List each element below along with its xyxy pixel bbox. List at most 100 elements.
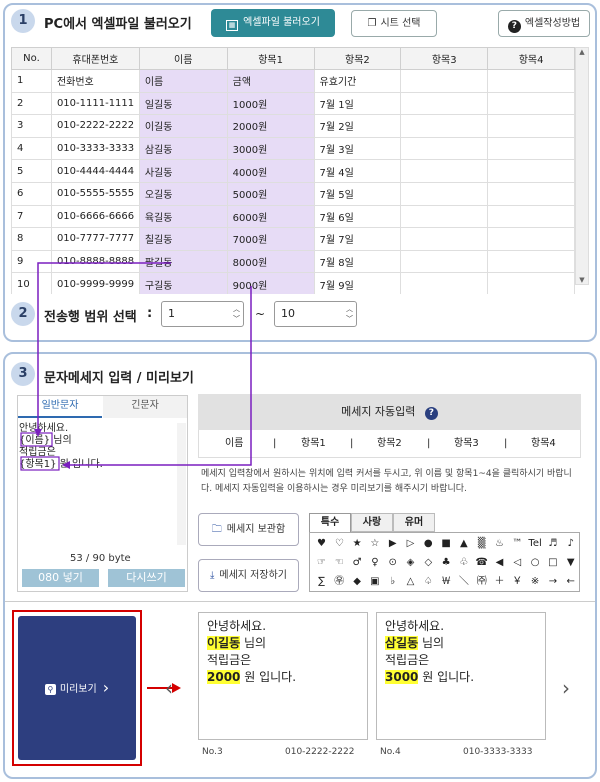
range-from-stepper[interactable]: 1 ︿ ﹀ (161, 301, 244, 327)
preview-button[interactable]: ⚲ 미리보기 › (18, 616, 136, 760)
textarea-scrollbar[interactable] (177, 423, 186, 545)
symbol-cell[interactable]: ￥ (509, 574, 526, 590)
symbol-cell[interactable]: ● (420, 536, 437, 552)
symbol-cell[interactable]: ㈜ (473, 574, 490, 590)
auto-field-item1[interactable]: 항목1 (301, 430, 326, 457)
symbol-cell[interactable]: ♧ (455, 555, 472, 571)
symbol-cell[interactable]: ∑ (313, 574, 330, 590)
scroll-up-icon[interactable]: ▲ (576, 48, 588, 56)
table-row[interactable]: 3 010-2222-2222 이길동 2000원 7월 2일 (11, 114, 575, 138)
symbol-cell[interactable]: ㉾ (331, 574, 348, 590)
excel-help-button[interactable]: ? 엑셀작성방법 (498, 10, 590, 37)
symbol-cell[interactable]: ← (562, 574, 579, 590)
save-message-button[interactable]: ⤓ 메세지 저장하기 (198, 559, 299, 592)
table-row[interactable]: 7 010-6666-6666 육길동 6000원 7월 6일 (11, 204, 575, 229)
message-box-button[interactable]: 🗀 메세지 보관함 (198, 513, 299, 546)
insert-080-button[interactable]: 080 넣기 (22, 569, 99, 587)
symbol-cell[interactable]: ☎ (473, 555, 490, 571)
auto-input-title: 메세지 자동입력 (341, 405, 416, 418)
symbol-cell[interactable]: ♂ (349, 555, 366, 571)
table-row[interactable]: 8 010-7777-7777 칠길동 7000원 7월 7일 (11, 227, 575, 251)
symbol-cell[interactable]: △ (402, 574, 419, 590)
symbol-cell[interactable]: ▲ (455, 536, 472, 552)
load-excel-button[interactable]: ▦ 엑셀파일 불러오기 (211, 9, 335, 37)
symbol-cell[interactable]: ♡ (331, 536, 348, 552)
table-cell: 7월 8일 (313, 249, 402, 274)
symbol-cell[interactable]: ▼ (562, 555, 579, 571)
symbol-cell[interactable]: ※ (527, 574, 544, 590)
symbol-cell[interactable]: ■ (438, 536, 455, 552)
tab-symbol-humor[interactable]: 유머 (393, 513, 435, 532)
table-cell (487, 114, 575, 138)
tab-long[interactable]: 긴문자 (103, 396, 187, 418)
table-cell: 7 (11, 204, 52, 229)
table-row[interactable]: 4 010-3333-3333 삼길동 3000원 7월 3일 (11, 136, 575, 161)
preview-line: 안녕하세요. (207, 619, 267, 633)
symbol-cell[interactable]: ◆ (349, 574, 366, 590)
table-cell: 사길동 (138, 159, 228, 183)
symbol-cell[interactable]: ▶ (384, 536, 401, 552)
symbol-cell[interactable]: ▷ (402, 536, 419, 552)
table-row[interactable]: 9 010-8888-8888 팔길동 8000원 7월 8일 (11, 249, 575, 274)
symbol-cell[interactable]: ◈ (402, 555, 419, 571)
preview-next-icon[interactable]: › (562, 676, 570, 700)
symbol-cell[interactable]: ▒ (473, 536, 490, 552)
message-line-4: {항목1} 원 입니다. (19, 459, 103, 470)
symbol-cell[interactable]: ★ (349, 536, 366, 552)
symbol-cell[interactable]: ☜ (331, 555, 348, 571)
auto-field-item3[interactable]: 항목3 (454, 430, 479, 457)
symbol-cell[interactable]: ♬ (544, 536, 561, 552)
table-row[interactable]: 1 전화번호 이름 금액 유효기간 (11, 69, 575, 93)
auto-field-item2[interactable]: 항목2 (377, 430, 402, 457)
stepper-arrows-icon[interactable]: ︿ ﹀ (233, 304, 240, 324)
symbol-cell[interactable]: ☆ (366, 536, 383, 552)
table-row[interactable]: 10 010-9999-9999 구길동 9000원 7월 9일 (11, 272, 575, 296)
table-cell: 7월 7일 (313, 227, 402, 251)
symbol-cell[interactable]: → (544, 574, 561, 590)
auto-field-name[interactable]: 이름 (225, 430, 243, 457)
auto-field-item4[interactable]: 항목4 (531, 430, 556, 457)
help-icon[interactable]: ? (424, 407, 438, 420)
table-row[interactable]: 2 010-1111-1111 일길동 1000원 7월 1일 (11, 91, 575, 116)
preview-prev-icon[interactable]: ‹ (165, 676, 173, 700)
symbol-cell[interactable]: ￦ (438, 574, 455, 590)
symbol-cell[interactable]: ™ (509, 536, 526, 552)
select-sheet-button[interactable]: ❐ 시트 선택 (351, 10, 437, 37)
step-number-1: 1 (11, 9, 35, 33)
symbol-cell[interactable]: ◇ (420, 555, 437, 571)
symbol-cell[interactable]: Tel (527, 536, 544, 552)
symbol-cell[interactable]: ◀ (491, 555, 508, 571)
table-row[interactable]: 6 010-5555-5555 오길동 5000원 7월 5일 (11, 181, 575, 206)
scroll-down-icon[interactable]: ▼ (576, 276, 588, 284)
symbol-cell[interactable]: ＋ (491, 574, 508, 590)
table-scrollbar[interactable]: ▲ ▼ (575, 47, 589, 285)
tab-symbol-special[interactable]: 특수 (309, 513, 351, 532)
symbol-cell[interactable]: ＼ (455, 574, 472, 590)
rewrite-button[interactable]: 다시쓰기 (108, 569, 185, 587)
symbol-cell[interactable]: ♤ (420, 574, 437, 590)
symbol-cell[interactable]: ♥ (313, 536, 330, 552)
range-to-stepper[interactable]: 10 ︿ ﹀ (274, 301, 357, 327)
preview-phone: 010-3333-3333 (463, 747, 533, 757)
symbol-cell[interactable]: ♣ (438, 555, 455, 571)
preview-line: 적립금은 (385, 653, 430, 667)
message-textarea[interactable]: 안녕하세요. {이름} 님의 적립금은 {항목1} 원 입니다. (19, 423, 177, 543)
symbol-grid: ♥ ♡ ★ ☆ ▶ ▷ ● ■ ▲ ▒ ♨ ™ Tel ♬ ♪ ☞ ☜ ♂ ♀ ⊙ ◈ ◇ ♣ ♧ ☎ ◀ ◁ ○ □ ▼ ∑ ㉾ ◆ ▣ ♭ △ ♤ ￦… (309, 532, 580, 592)
table-row[interactable]: 5 010-4444-4444 사길동 4000원 7월 4일 (11, 159, 575, 183)
excel-data-table: No. 휴대폰번호 이름 항목1 항목2 항목3 항목4 1 전화번호 이름 금액 유효… (11, 47, 575, 296)
table-cell: 일길동 (138, 91, 228, 116)
symbol-cell[interactable]: ♀ (366, 555, 383, 571)
symbol-cell[interactable]: □ (544, 555, 561, 571)
tab-symbol-love[interactable]: 사랑 (351, 513, 393, 532)
symbol-cell[interactable]: ♪ (562, 536, 579, 552)
symbol-cell[interactable]: ⊙ (384, 555, 401, 571)
symbol-cell[interactable]: ○ (527, 555, 544, 571)
symbol-cell[interactable]: ♭ (384, 574, 401, 590)
symbol-cell[interactable]: ☞ (313, 555, 330, 571)
tab-general[interactable]: 일반문자 (18, 396, 102, 418)
symbol-cell[interactable]: ▣ (366, 574, 383, 590)
table-cell: 3000원 (226, 136, 315, 161)
symbol-cell[interactable]: ♨ (491, 536, 508, 552)
stepper-arrows-icon[interactable]: ︿ ﹀ (346, 304, 353, 324)
symbol-cell[interactable]: ◁ (509, 555, 526, 571)
